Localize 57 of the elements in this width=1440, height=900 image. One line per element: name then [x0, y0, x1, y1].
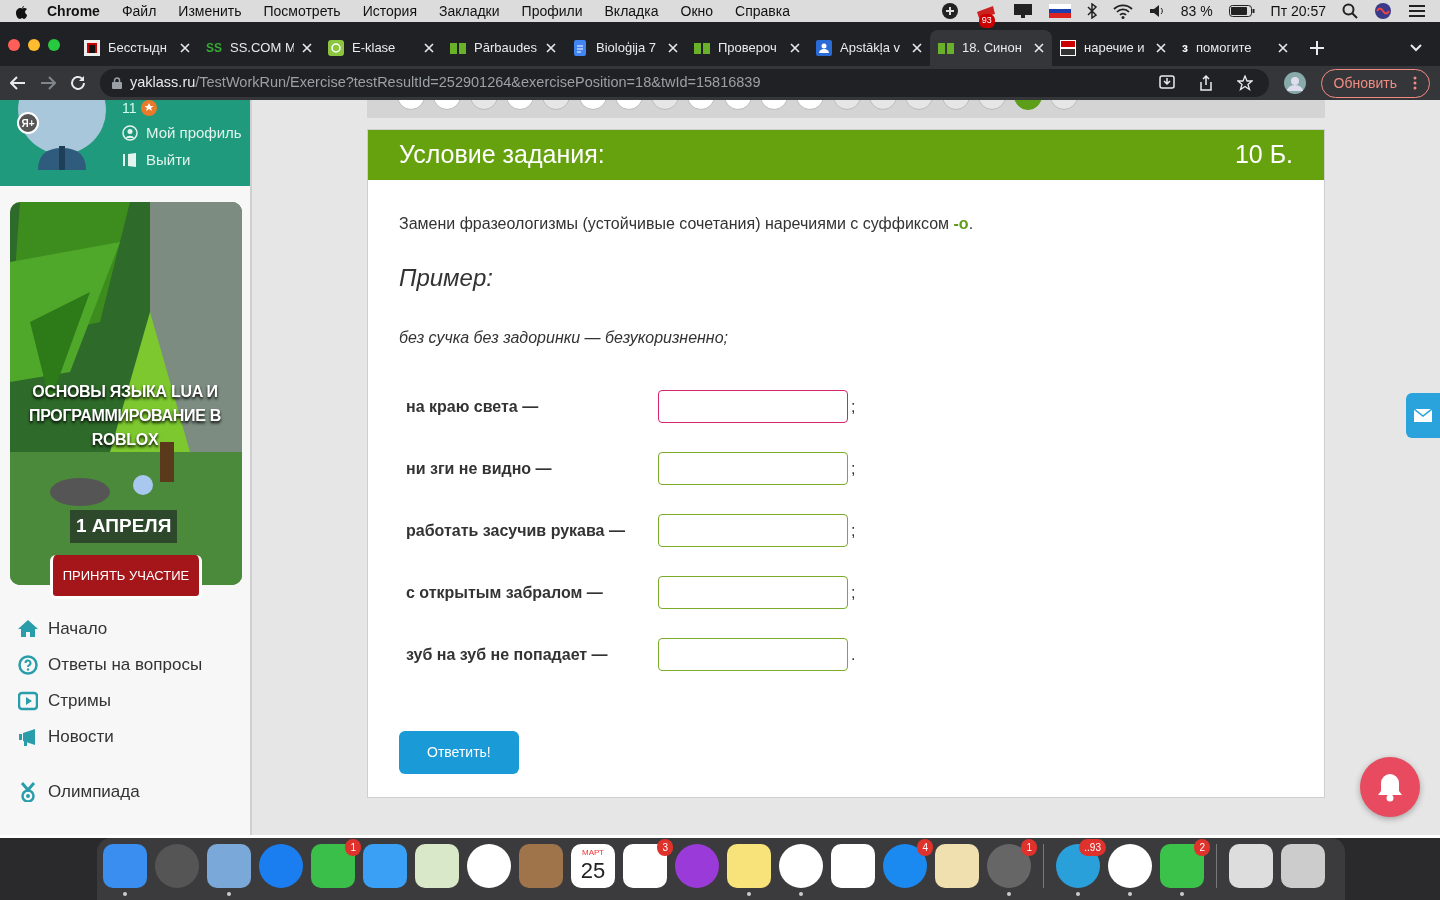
- browser-tab[interactable]: Провероч: [686, 30, 808, 66]
- nav-link[interactable]: Начало: [0, 611, 250, 647]
- menu-item[interactable]: Файл: [110, 0, 168, 22]
- address-bar[interactable]: yaklass.ru/TestWorkRun/Exercise?testResultId=252901264&exercisePosition=18&twId=15816839: [100, 69, 1269, 97]
- browser-tab[interactable]: з помогите: [1174, 30, 1296, 66]
- punctuation: ;: [851, 582, 856, 603]
- menu-item[interactable]: История: [351, 0, 428, 22]
- phrase-label: с открытым забралом —: [406, 582, 604, 603]
- phrase-label: на краю света —: [406, 396, 540, 417]
- browser-tab[interactable]: Apstākļa v: [808, 30, 930, 66]
- app-menu[interactable]: Chrome: [36, 0, 111, 22]
- banner-title: ОСНОВЫ ЯЗЫКА LUA И ПРОГРАММИРОВАНИЕ В ROBLOX: [28, 382, 222, 450]
- menu-item[interactable]: Закладки: [427, 0, 511, 22]
- banner-date: 1 АПРЕЛЯ: [70, 510, 178, 543]
- menu-item[interactable]: Посмотреть: [252, 0, 352, 22]
- badge-count: 1: [1021, 839, 1037, 856]
- menu-item[interactable]: Изменить: [167, 0, 253, 22]
- task-title: Условие задания:: [399, 139, 605, 171]
- menu-item[interactable]: Профили: [510, 0, 594, 22]
- badge-count: ..93: [1079, 839, 1106, 856]
- favicon: з: [1182, 40, 1188, 57]
- join-button[interactable]: ПРИНЯТЬ УЧАСТИЕ: [50, 555, 202, 599]
- nav-link[interactable]: Стримы: [0, 683, 250, 719]
- favicon: SS: [206, 40, 222, 57]
- browser-tab[interactable]: Pārbaudes: [442, 30, 564, 66]
- phrase-label: работать засучив рукава —: [406, 520, 626, 541]
- menu-item[interactable]: Справка: [724, 0, 801, 22]
- calendar-app-icon[interactable]: МАРТ 25: [571, 844, 615, 888]
- badge-count: 3: [657, 839, 673, 856]
- level-number: 11: [122, 100, 137, 116]
- menu-item[interactable]: Вкладка: [593, 0, 670, 22]
- menu-item[interactable]: Окно: [669, 0, 725, 22]
- clock: Пт 20:57: [1270, 1, 1326, 21]
- punctuation: ;: [851, 458, 856, 479]
- punctuation: ;: [851, 396, 856, 417]
- browser-tab[interactable]: наречие и: [1052, 30, 1174, 66]
- avatar-badge[interactable]: Я+: [17, 112, 39, 134]
- phrase-label: ни зги не видно —: [406, 458, 553, 479]
- browser-tab[interactable]: Бесстыдн: [76, 30, 198, 66]
- browser-tab[interactable]: E-klase: [320, 30, 442, 66]
- badge-count: 1: [345, 839, 361, 856]
- browser-tab[interactable]: 18. Синон: [930, 30, 1052, 66]
- instruction-text: Замени фразеологизмы (устойчивые сочетания) наречиями с суффиксом -о.: [399, 214, 975, 234]
- punctuation: ;: [851, 520, 856, 541]
- battery-percent: 83 %: [1180, 1, 1213, 21]
- badge-count: 2: [1194, 839, 1210, 856]
- nav-link[interactable]: Олимпиада: [0, 774, 250, 810]
- example-text: без сучка без задоринки — безукоризненно;: [399, 328, 729, 348]
- nav-link[interactable]: Ответы на вопросы: [0, 647, 250, 683]
- badge-count: 4: [917, 839, 933, 856]
- nav-link[interactable]: Новости: [0, 719, 250, 755]
- example-heading: Пример:: [399, 263, 494, 293]
- browser-tab[interactable]: Bioloģija 7: [564, 30, 686, 66]
- browser-tab[interactable]: SS SS.COM M: [198, 30, 320, 66]
- punctuation: .: [851, 644, 856, 665]
- phrase-label: зуб на зуб не попадает —: [406, 644, 609, 665]
- task-points: 10 Б.: [1234, 139, 1293, 171]
